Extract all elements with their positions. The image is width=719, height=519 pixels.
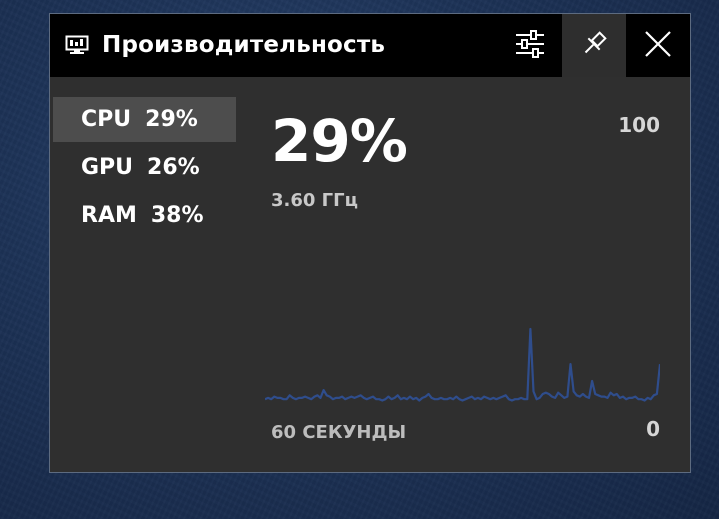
widget-title: Производительность bbox=[102, 32, 386, 58]
monitor-icon bbox=[65, 35, 89, 55]
graph-max-label: 100 bbox=[618, 113, 660, 137]
sidebar-item-gpu[interactable]: GPU 26% bbox=[53, 145, 236, 190]
sidebar-item-value: 38% bbox=[150, 203, 204, 228]
pin-icon bbox=[580, 30, 608, 62]
pin-button[interactable] bbox=[562, 14, 626, 77]
sidebar-item-value: 26% bbox=[147, 155, 200, 180]
usage-graph-line bbox=[265, 327, 660, 402]
sidebar-item-cpu[interactable]: CPU 29% bbox=[53, 97, 236, 142]
sliders-icon bbox=[514, 29, 546, 62]
cpu-frequency: 3.60 ГГц bbox=[271, 190, 358, 211]
graph-min-label: 0 bbox=[646, 417, 660, 441]
performance-widget: Производительность CPU 29% GPU 26% RAM 3… bbox=[49, 13, 691, 473]
usage-graph bbox=[265, 327, 660, 402]
sidebar-item-name: RAM bbox=[81, 203, 137, 228]
sidebar-item-value: 29% bbox=[145, 107, 198, 132]
title-bar[interactable]: Производительность bbox=[50, 14, 690, 77]
current-usage-value: 29% bbox=[271, 107, 408, 175]
sidebar-item-name: GPU bbox=[81, 155, 134, 180]
close-button[interactable] bbox=[626, 14, 690, 77]
settings-button[interactable] bbox=[498, 14, 562, 77]
sidebar-item-ram[interactable]: RAM 38% bbox=[53, 193, 236, 238]
close-icon bbox=[644, 30, 672, 62]
graph-time-label: 60 СЕКУНДЫ bbox=[271, 422, 407, 443]
sidebar-item-name: CPU bbox=[81, 107, 132, 132]
widget-content: CPU 29% GPU 26% RAM 38% 29% 3.60 ГГц 100… bbox=[50, 77, 690, 472]
